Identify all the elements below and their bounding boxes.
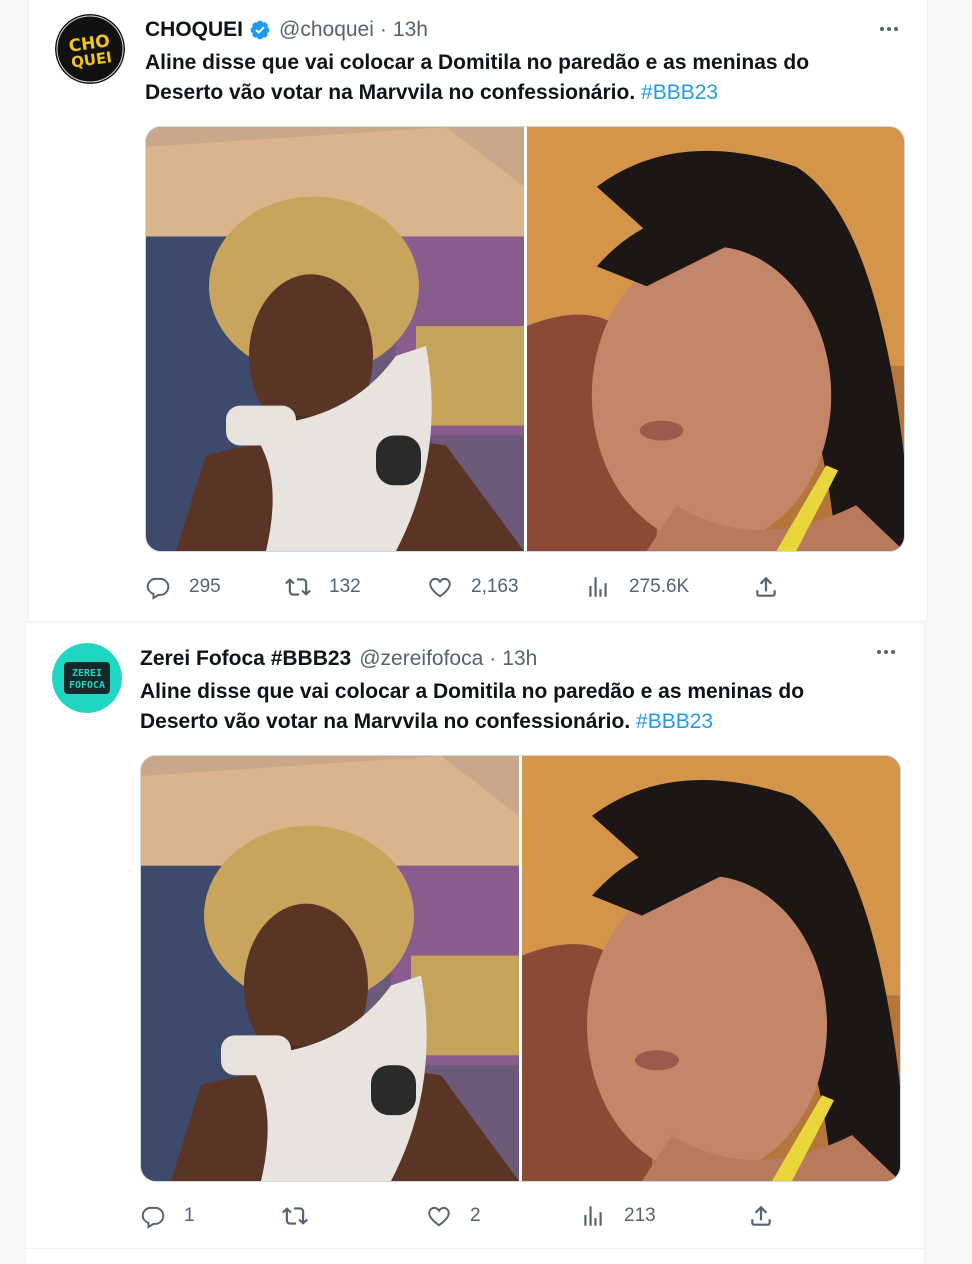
photo-woman-curly-hair [146,127,524,551]
timestamp[interactable]: 13h [393,18,428,42]
retweet-icon [282,1207,308,1225]
retweet-icon [285,578,311,596]
reply-button[interactable]: 295 [145,572,221,602]
tweet-actions: 1 2 213 [140,1201,900,1231]
reply-button[interactable]: 1 [140,1201,195,1231]
media-photo-right[interactable] [527,127,904,551]
reply-count: 295 [189,576,221,597]
tweet[interactable]: ZEREI FOFOCA Zerei Fofoca #BBB23 @zereif… [25,622,925,1248]
separator-dot: · [379,18,387,41]
tweet-header: Zerei Fofoca #BBB23 @zereifofoca · 13h [140,645,537,673]
views-bar-chart-icon [584,1206,602,1226]
tweet[interactable]: CHO QUEI CHOQUEI @choquei · 13h Aline di… [28,0,928,620]
reply-icon [141,1206,165,1229]
tweet-text: Aline disse que vai colocar a Domitila n… [145,48,885,108]
handle[interactable]: @choquei [279,18,374,42]
like-button[interactable]: 2 [426,1201,481,1231]
reply-count: 1 [184,1205,195,1226]
like-button[interactable]: 2,163 [427,572,519,602]
avatar-logo-text: ZEREI [72,668,102,679]
media-photo-left[interactable] [146,127,524,551]
handle[interactable]: @zereifofoca [359,647,483,671]
retweet-button[interactable]: 132 [285,572,361,602]
share-button[interactable] [748,1201,774,1231]
more-horizontal-icon[interactable] [872,641,900,663]
views-count: 275.6K [629,576,690,597]
views-button[interactable]: 213 [580,1201,656,1231]
heart-icon [428,1206,450,1227]
retweet-count: 132 [329,576,361,597]
share-icon [756,576,776,597]
views-count: 213 [624,1205,656,1226]
photo-woman-dark-hair [527,127,904,551]
avatar-logo-text: FOFOCA [69,680,105,691]
share-button[interactable] [753,572,779,602]
photo-woman-dark-hair [522,756,900,1181]
media-grid[interactable] [140,755,901,1182]
display-name[interactable]: CHOQUEI [145,18,243,42]
more-horizontal-icon[interactable] [875,18,903,40]
photo-woman-curly-hair [141,756,519,1181]
display-name[interactable]: Zerei Fofoca #BBB23 [140,647,351,671]
tweet-actions: 295 132 2,163 275.6K [145,572,905,602]
separator-dot: · [489,647,497,670]
media-photo-left[interactable] [141,756,519,1181]
share-icon [751,1205,771,1226]
avatar[interactable]: ZEREI FOFOCA [52,643,122,713]
hashtag-link[interactable]: #BBB23 [636,710,713,733]
reply-icon [146,577,170,600]
tweet-text: Aline disse que vai colocar a Domitila n… [140,677,880,737]
retweet-button[interactable] [282,1201,326,1231]
views-button[interactable]: 275.6K [585,572,689,602]
verified-badge-icon [249,19,271,41]
tweet-partial[interactable] [25,1248,925,1264]
hashtag-link[interactable]: #BBB23 [641,81,718,104]
like-count: 2 [470,1205,481,1226]
heart-icon [429,577,451,598]
timestamp[interactable]: 13h [502,647,537,671]
media-grid[interactable] [145,126,905,552]
like-count: 2,163 [471,576,519,597]
views-bar-chart-icon [589,577,607,597]
media-photo-right[interactable] [522,756,900,1181]
avatar[interactable]: CHO QUEI [55,14,125,84]
tweet-header: CHOQUEI @choquei · 13h [145,16,428,44]
